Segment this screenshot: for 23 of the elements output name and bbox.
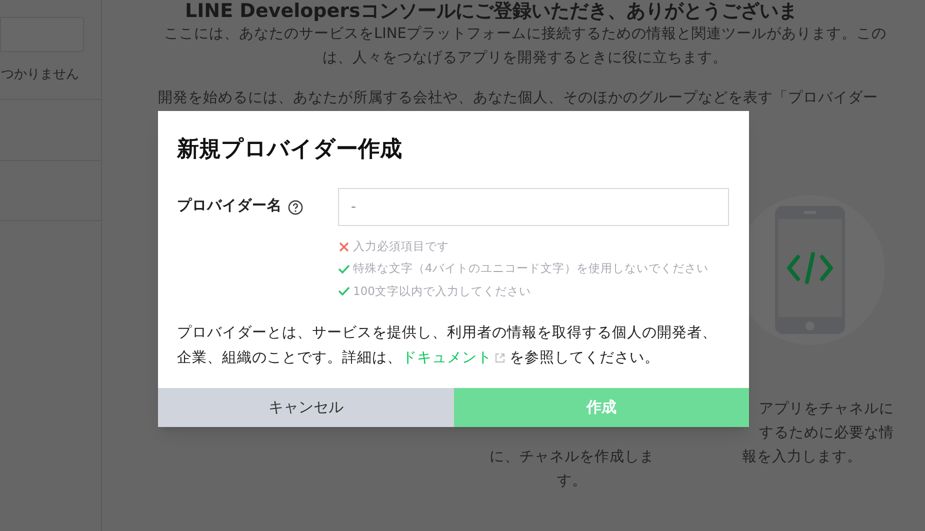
create-button[interactable]: 作成 xyxy=(454,388,749,427)
step-text: に、チャネルを作成しま xyxy=(490,448,654,467)
field-label: プロバイダー名 xyxy=(177,196,282,216)
validation-text: 特殊な文字（4バイトのユニコード文字）を使用しないでください xyxy=(353,260,708,278)
step-text: するために必要な情 xyxy=(759,424,894,443)
provider-name-input[interactable]: - xyxy=(338,188,729,226)
phone-code-icon xyxy=(774,204,846,335)
no-results-text: つかりません xyxy=(1,66,80,84)
cancel-button[interactable]: キャンセル xyxy=(158,388,454,427)
intro-text: ここには、あなたのサービスをLINEプラットフォームに接続するための情報と関連ツールがあります。この xyxy=(164,24,886,44)
step-text: す。 xyxy=(557,472,587,491)
validation-text: 100文字以内で入力してください xyxy=(353,282,531,300)
lead-text: 開発を始めるには、あなたが所属する会社や、あなた個人、そのほかのグループなどを表す「プロバイダー xyxy=(158,88,878,108)
validation-text: 入力必須項目です xyxy=(353,238,449,255)
help-icon[interactable] xyxy=(288,200,303,214)
dialog-description: プロバイダーとは、サービスを提供し、利用者の情報を取得する個人の開発者、企業、組織のことです。詳細は、ドキュメント を参照してください。 xyxy=(177,320,719,371)
step-text: 報を入力します。 xyxy=(742,448,862,467)
page-heading: LINE Developersコンソールにご登録いただき、ありがとうございま xyxy=(185,0,798,22)
step-text: アプリをチャネルに xyxy=(759,400,894,419)
external-link-icon xyxy=(495,353,505,364)
document-link[interactable]: ドキュメント xyxy=(402,346,505,371)
intro-text: は、人々をつなげるアプリを開発するときに役に立ちます。 xyxy=(322,48,728,68)
dialog-title: 新規プロバイダー作成 xyxy=(177,136,403,164)
